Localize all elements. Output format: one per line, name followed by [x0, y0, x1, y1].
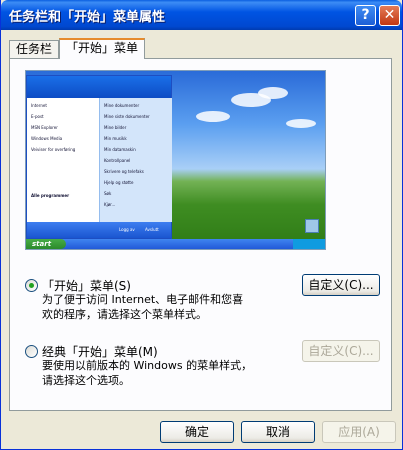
- logoff-item: Logg av: [119, 227, 135, 232]
- cancel-button[interactable]: 取消: [241, 421, 315, 443]
- menu-item: Søk: [104, 191, 112, 196]
- menu-item: MSN Explorer: [31, 125, 58, 130]
- menu-item: Min datamaskin: [104, 147, 136, 152]
- ok-button[interactable]: 确定: [160, 421, 234, 443]
- menu-item: Skrivere og telefaks: [104, 169, 144, 174]
- window-title: 任务栏和「开始」菜单属性: [9, 10, 166, 25]
- start-menu-right-column: Mine dokumenter Mine siste dokumenter Mi…: [99, 98, 172, 222]
- properties-dialog: 任务栏和「开始」菜单属性 ? ✕ 任务栏 「开始」菜单 Internet E-p…: [0, 0, 403, 450]
- classic-menu-option-description: 要使用以前版本的 Windows 的菜单样式， 请选择这个选项。: [42, 359, 253, 387]
- menu-item: Windows Media: [31, 136, 63, 141]
- start-menu-mock: Internet E-post MSN Explorer Windows Med…: [26, 75, 172, 239]
- customize-start-menu-button[interactable]: 自定义(C)...: [302, 274, 380, 296]
- close-button[interactable]: ✕: [379, 5, 400, 26]
- title-bar[interactable]: 任务栏和「开始」菜单属性 ? ✕: [1, 0, 402, 30]
- tab-start-menu[interactable]: 「开始」菜单: [59, 38, 146, 59]
- apply-button[interactable]: 应用(A): [322, 421, 396, 443]
- menu-item: E-post: [31, 114, 44, 119]
- menu-item: Mine dokumenter: [104, 103, 140, 108]
- start-button-mock: start: [26, 239, 66, 249]
- cloud-shape: [196, 111, 230, 122]
- start-menu-option-description: 为了便于访问 Internet、电子邮件和您喜 欢的程序，请选择这个菜单样式。: [42, 293, 244, 321]
- menu-item: Mine bilder: [104, 125, 127, 130]
- taskbar-mock: start: [26, 239, 325, 249]
- system-tray-mock: [293, 239, 325, 249]
- start-menu-preview: Internet E-post MSN Explorer Windows Med…: [25, 70, 326, 250]
- start-menu-left-column: Internet E-post MSN Explorer Windows Med…: [27, 98, 99, 222]
- menu-item: Kjør...: [104, 202, 116, 207]
- start-menu-header: [27, 76, 171, 98]
- menu-item: Internet: [31, 103, 47, 108]
- all-programs-item: Alle programmer: [31, 193, 70, 198]
- menu-item: Mine siste dokumenter: [104, 114, 150, 119]
- help-button[interactable]: ?: [355, 5, 376, 26]
- radio-selected-dot: [29, 283, 34, 288]
- recycle-bin-icon: [305, 219, 319, 233]
- start-menu-footer: Logg av Avslutt: [27, 222, 171, 238]
- menu-item: Min musikk: [104, 136, 127, 141]
- classic-menu-radio[interactable]: [25, 345, 38, 358]
- close-icon: ✕: [383, 7, 396, 23]
- shutdown-item: Avslutt: [145, 227, 159, 232]
- tab-taskbar[interactable]: 任务栏: [9, 40, 60, 58]
- customize-classic-menu-button[interactable]: 自定义(C)...: [302, 340, 380, 362]
- start-menu-radio[interactable]: [25, 279, 38, 292]
- help-icon: ?: [361, 7, 370, 23]
- cloud-shape: [258, 87, 288, 99]
- menu-item: Hjelp og støtte: [104, 180, 134, 185]
- cloud-shape: [286, 119, 316, 128]
- menu-item: Kontrollpanel: [104, 158, 131, 163]
- menu-item: Veiviser for overføring: [31, 147, 76, 152]
